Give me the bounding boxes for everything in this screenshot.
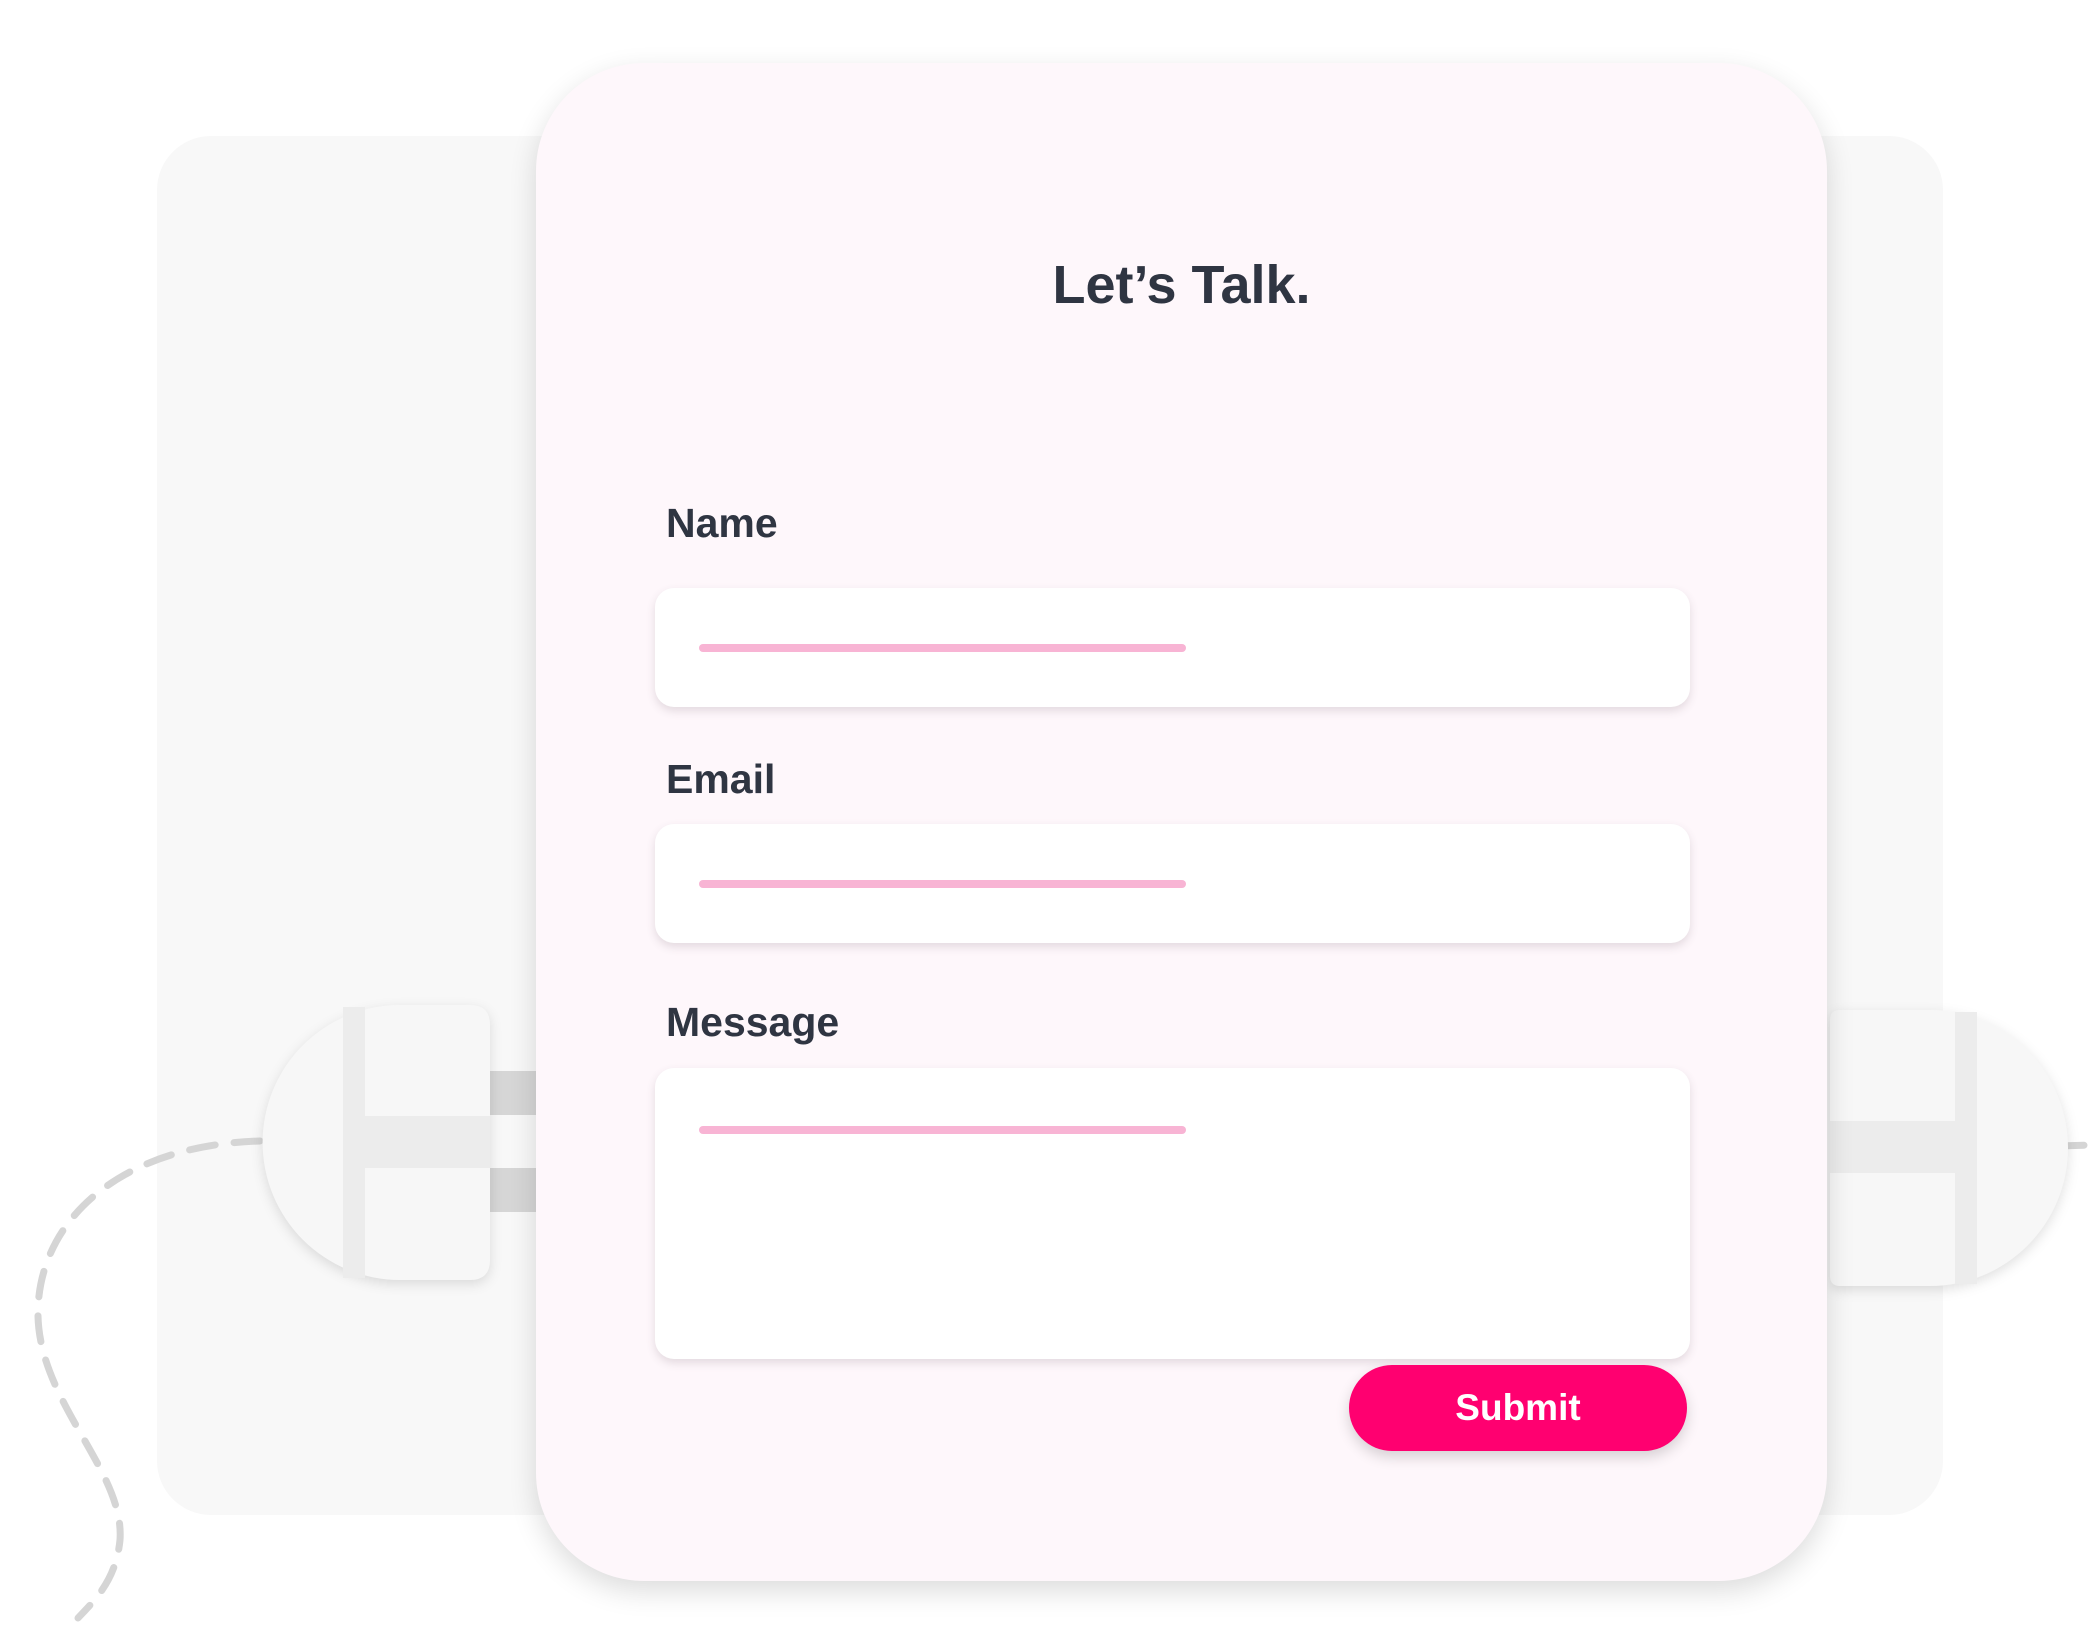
- email-label: Email: [666, 756, 776, 802]
- name-field[interactable]: [655, 588, 1690, 707]
- name-label: Name: [666, 500, 778, 546]
- contact-form-card: Let’s Talk. Name Email Message Submit: [536, 63, 1827, 1581]
- submit-button[interactable]: Submit: [1349, 1365, 1687, 1451]
- name-field-placeholder-line: [699, 644, 1186, 652]
- form-title: Let’s Talk.: [1052, 255, 1311, 315]
- plug-left-icon: [262, 1005, 548, 1280]
- email-field-placeholder-line: [699, 880, 1186, 888]
- plug-right-icon: [1830, 1010, 2068, 1286]
- message-label: Message: [666, 999, 840, 1045]
- cable-dashed-line-left: [34, 1137, 264, 1622]
- message-textarea[interactable]: [655, 1068, 1690, 1359]
- email-field[interactable]: [655, 824, 1690, 943]
- message-field-placeholder-line: [699, 1126, 1186, 1134]
